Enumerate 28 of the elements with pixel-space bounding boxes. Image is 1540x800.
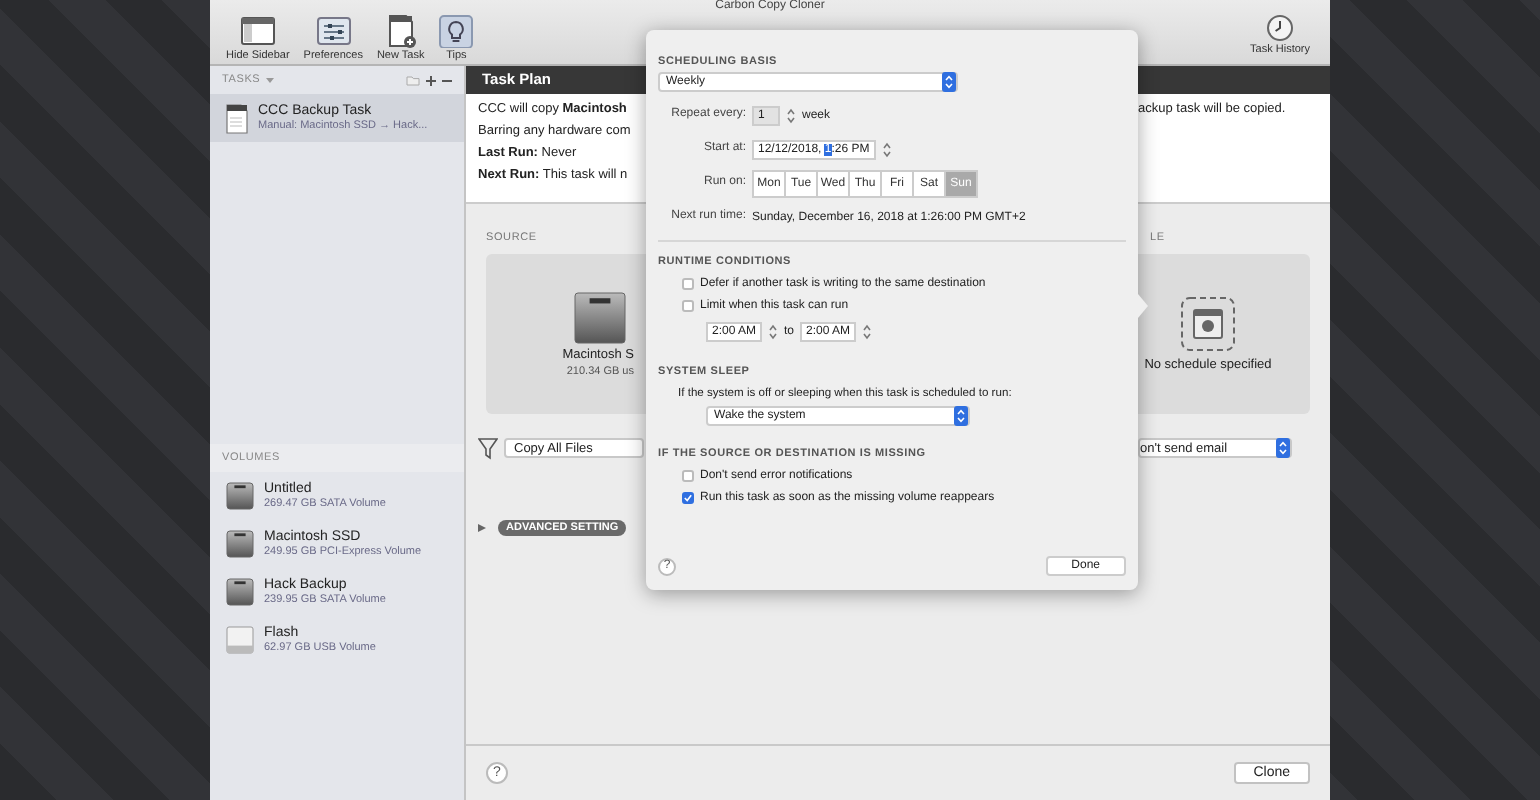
hard-drive-icon bbox=[226, 578, 254, 606]
hard-drive-icon bbox=[226, 530, 254, 558]
caret-icon[interactable] bbox=[266, 76, 275, 84]
preferences-icon bbox=[315, 14, 352, 48]
hard-drive-icon bbox=[574, 291, 626, 343]
checkbox[interactable] bbox=[682, 492, 694, 505]
remove-icon[interactable] bbox=[442, 75, 452, 85]
disclosure-triangle-icon[interactable] bbox=[478, 524, 486, 532]
updown-arrows-icon bbox=[942, 72, 956, 92]
checkbox[interactable] bbox=[682, 277, 694, 290]
updown-arrows-icon bbox=[954, 406, 968, 426]
sidebar-icon bbox=[239, 14, 276, 48]
add-icon[interactable] bbox=[426, 75, 436, 85]
checkmark-icon bbox=[684, 494, 692, 503]
funnel-icon[interactable] bbox=[478, 437, 498, 459]
clock-icon bbox=[1266, 14, 1295, 42]
usb-drive-icon bbox=[226, 626, 254, 654]
updown-arrows-icon bbox=[1276, 438, 1290, 458]
checkbox[interactable] bbox=[682, 469, 694, 482]
lightbulb-icon bbox=[438, 14, 475, 48]
stepper-arrows[interactable] bbox=[881, 139, 892, 159]
document-icon bbox=[226, 103, 248, 133]
dashed-schedule-icon bbox=[1180, 296, 1236, 352]
stepper-arrows[interactable] bbox=[768, 322, 779, 342]
stepper-arrows[interactable] bbox=[786, 105, 796, 125]
checkbox[interactable] bbox=[682, 300, 694, 313]
stepper-arrows[interactable] bbox=[862, 322, 873, 342]
hard-drive-icon bbox=[226, 482, 254, 510]
